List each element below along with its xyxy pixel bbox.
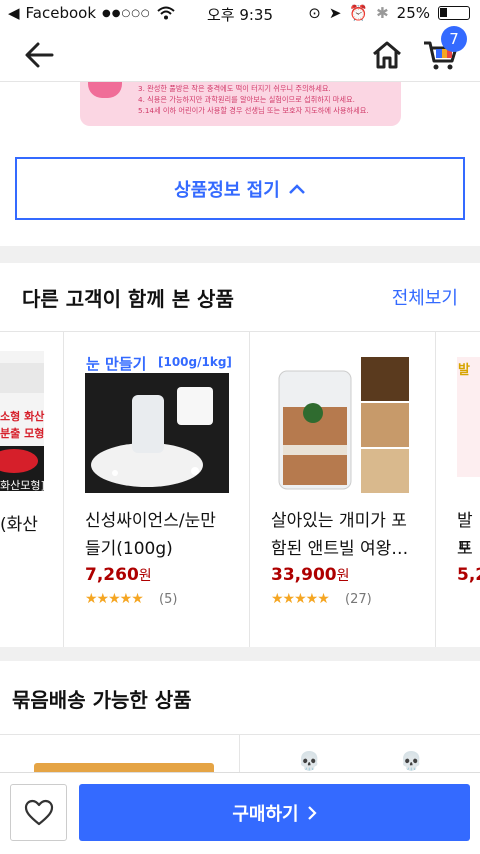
- review-count: (5): [159, 592, 178, 607]
- product-image-sublabel: [100g/1kg]: [158, 355, 232, 369]
- status-right: ⊙ ➤ ⏰ ✱ 25%: [308, 4, 470, 22]
- product-image-snow: [85, 373, 229, 493]
- wishlist-button[interactable]: [10, 784, 67, 841]
- battery-percent: 25%: [396, 4, 430, 22]
- product-image-text: 발: [458, 363, 470, 378]
- product-image-label: 눈 만들기: [86, 355, 147, 373]
- alarm-icon: ⏰: [349, 4, 369, 22]
- see-all-link[interactable]: 전체보기: [392, 284, 458, 310]
- product-name: (화산: [0, 515, 38, 535]
- product-card[interactable]: 눈 만들기 [100g/1kg] 신성싸이언스/눈만 들기(100g) 7,26…: [64, 331, 250, 647]
- review-count: (27): [345, 592, 372, 607]
- screen: ◀ Facebook ●●○○○ 오후 9:35 ⊙ ➤ ⏰ ✱ 25% 7 3…: [0, 0, 480, 854]
- home-icon[interactable]: [370, 38, 404, 72]
- product-image-text: 분출 모형: [0, 427, 45, 440]
- status-bar: ◀ Facebook ●●○○○ 오후 9:35 ⊙ ➤ ⏰ ✱ 25%: [0, 0, 480, 28]
- product-image-text: 소형 화산: [0, 410, 45, 423]
- heart-icon: [24, 799, 54, 826]
- product-name-line: 신성싸이언스/눈만: [85, 511, 216, 531]
- buy-now-button[interactable]: 구매하기: [79, 784, 470, 841]
- product-name-line: 살아있는 개미가 포: [271, 511, 407, 531]
- back-arrow-icon[interactable]: [22, 40, 62, 70]
- notice-line: 3. 완성한 풀방은 작은 충격에도 떡이 터지기 쉬우니 주의하세요.: [138, 84, 331, 93]
- chevron-up-icon: [288, 183, 305, 194]
- bluetooth-icon: ✱: [376, 4, 389, 22]
- product-image-text: 화산모형]: [0, 479, 45, 492]
- product-name-line: 트: [457, 539, 473, 559]
- section-divider: [0, 246, 480, 263]
- product-name-line: 들기(100g): [85, 539, 173, 559]
- rating-stars: ★★★★★: [85, 591, 144, 607]
- section-divider: [0, 647, 480, 661]
- product-price: 7,260원: [85, 565, 152, 585]
- buy-label: 구매하기: [232, 803, 299, 825]
- product-image-ant-farm: [271, 357, 411, 493]
- product-card[interactable]: 발 발포 트 5,2: [436, 331, 480, 647]
- orientation-lock-icon: ⊙: [308, 4, 321, 22]
- battery-icon: [438, 6, 470, 20]
- product-card[interactable]: 소형 화산 분출 모형 화산모형] (화산: [0, 331, 64, 647]
- notice-line: 5.14세 이하 어린이가 사용할 경우 선생님 또는 보호자 지도하에 사용하…: [138, 106, 369, 115]
- skull-image-icon: 💀: [400, 751, 423, 772]
- product-price: 5,2: [457, 565, 480, 585]
- product-card[interactable]: 살아있는 개미가 포 함된 앤트빌 여왕… 33,900원 ★★★★★ (27): [250, 331, 436, 647]
- collapse-product-info-button[interactable]: 상품정보 접기: [15, 157, 465, 220]
- rating-stars: ★★★★★: [271, 591, 330, 607]
- collapse-label: 상품정보 접기: [174, 179, 280, 201]
- bundle-products-title: 묶음배송 가능한 상품: [12, 688, 192, 712]
- notice-line: 4. 식용은 가능하지만 과학원리를 알아보는 실험이므로 섭취하지 마세요.: [138, 95, 355, 104]
- related-products-title: 다른 고객이 함께 본 상품: [22, 287, 234, 311]
- product-name-line: 함된 앤트빌 여왕…: [271, 539, 409, 559]
- skull-image-icon: 💀: [298, 751, 321, 772]
- location-icon: ➤: [328, 4, 342, 22]
- product-price: 33,900원: [271, 565, 350, 585]
- product-notice-text: 3. 완성한 풀방은 작은 충격에도 떡이 터지기 쉬우니 주의하세요. 4. …: [138, 83, 369, 116]
- chevron-right-icon: [307, 805, 317, 820]
- top-nav: 7: [0, 26, 480, 82]
- cart-count-badge: 7: [441, 26, 467, 52]
